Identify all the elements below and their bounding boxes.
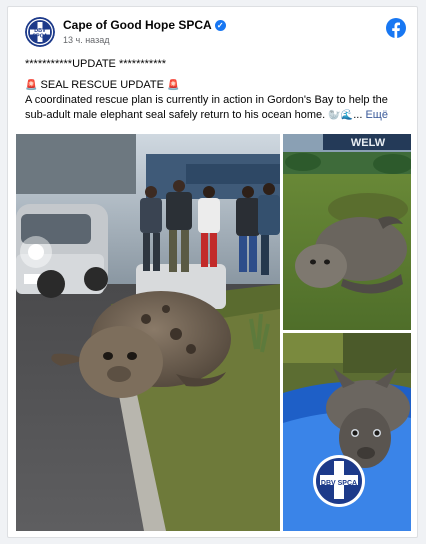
sign-text: WELW — [351, 137, 386, 149]
page-name-link[interactable]: Cape of Good Hope SPCA — [63, 18, 212, 32]
post-card: DBV SPCA Cape of Good Hope SPCA ✓ 13 ч. н… — [7, 6, 418, 538]
post-timestamp[interactable]: 13 ч. назад — [63, 35, 109, 45]
post-text: ***********UPDATE *********** 🚨 SEAL RES… — [25, 57, 409, 123]
see-more-link[interactable]: Ещё — [365, 109, 388, 121]
siren-icon: 🚨 — [167, 80, 180, 91]
siren-icon: 🚨 — [25, 80, 38, 91]
post-update-line: ***********UPDATE *********** — [25, 58, 167, 70]
photo-seal-on-vehicle[interactable]: DBV SPCA — [283, 333, 411, 531]
photo-seal-on-grass[interactable]: WELW — [283, 134, 411, 330]
post-heading: SEAL RESCUE UPDATE — [40, 79, 164, 91]
page-avatar[interactable]: DBV SPCA — [25, 17, 55, 47]
post-header: DBV SPCA Cape of Good Hope SPCA ✓ 13 ч. н… — [8, 7, 417, 53]
post-heading-line: 🚨 SEAL RESCUE UPDATE 🚨 — [25, 78, 409, 93]
photo-gallery: WELW DBV SPCA — [16, 134, 411, 531]
avatar-logo-line2: SPCA — [32, 34, 47, 40]
photo-seal-roadside[interactable] — [16, 134, 280, 531]
post-body-line: A coordinated rescue plan is currently i… — [25, 94, 388, 121]
verified-check-icon: ✓ — [214, 20, 226, 31]
vehicle-logo-text: DBV SPCA — [321, 480, 357, 487]
emoji-icons: 🦭🌊 — [328, 110, 354, 121]
facebook-logo-icon[interactable] — [386, 18, 406, 38]
spca-logo-icon: DBV SPCA — [25, 17, 55, 47]
spca-vehicle-logo: DBV SPCA — [313, 455, 365, 507]
page-name-row: Cape of Good Hope SPCA ✓ — [63, 18, 226, 32]
